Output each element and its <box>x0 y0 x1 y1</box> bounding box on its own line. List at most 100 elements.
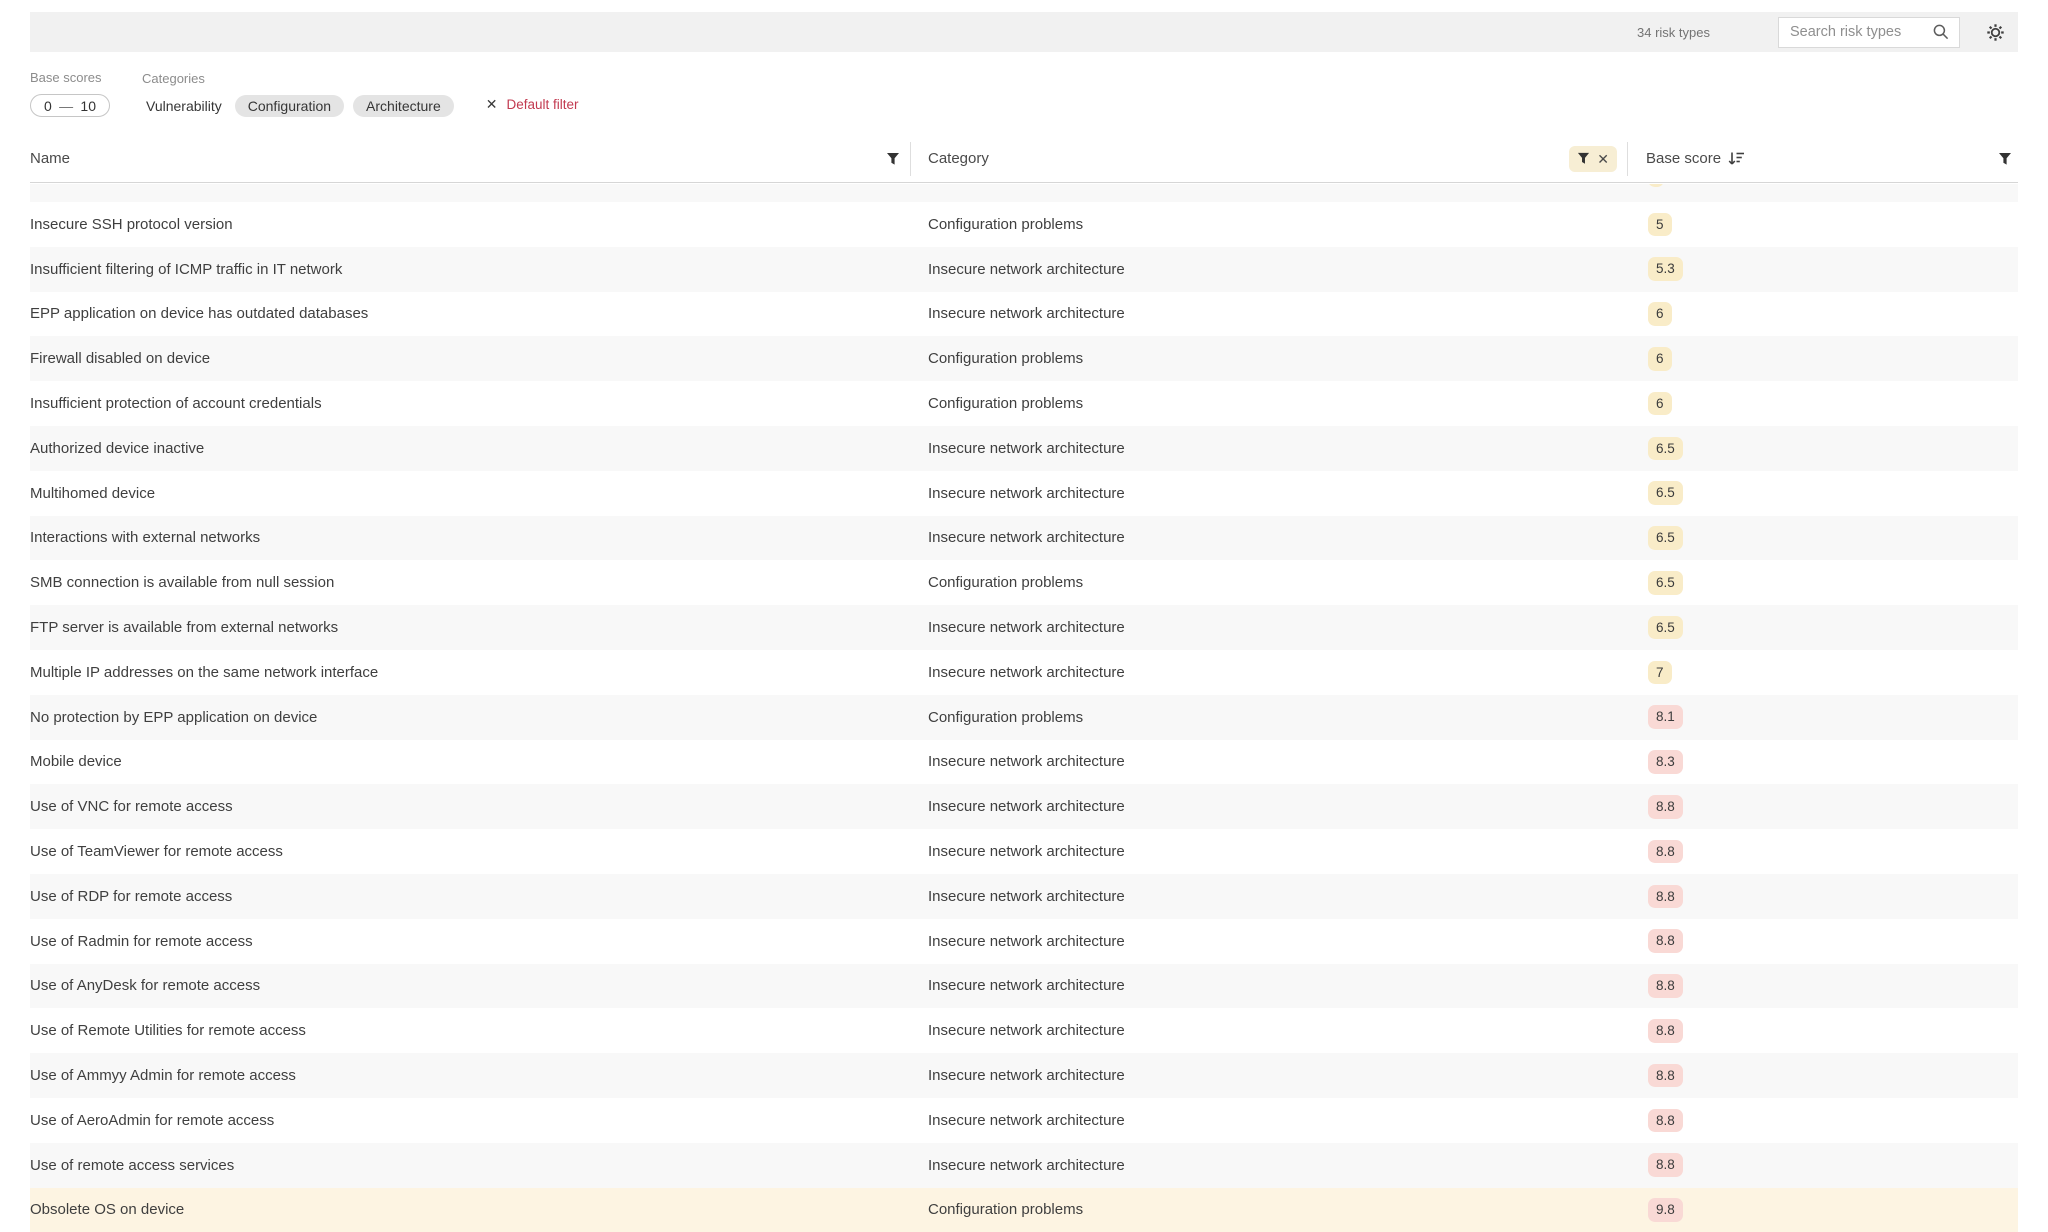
table-row[interactable]: EPP application on device has outdated d… <box>30 292 2018 337</box>
base-score-badge: 8.8 <box>1648 1064 1683 1088</box>
range-dash: — <box>59 98 73 114</box>
toolbar: 34 risk types <box>30 12 2018 52</box>
risk-name-cell: Use of TeamViewer for remote access <box>30 843 910 860</box>
base-score-range[interactable]: 0 — 10 <box>30 94 110 117</box>
table-row[interactable]: Use of TeamViewer for remote access Inse… <box>30 829 2018 874</box>
column-header-category: Category <box>928 150 989 167</box>
clear-filter-icon: ✕ <box>1597 152 1609 166</box>
table-row[interactable]: FTP server is available from external ne… <box>30 605 2018 650</box>
category-cell: Insecure network architecture <box>910 753 1627 770</box>
category-cell: Insecure network architecture <box>910 440 1627 457</box>
column-header-base-score[interactable]: Base score <box>1646 150 1721 167</box>
table-row[interactable]: No protection by EPP application on devi… <box>30 695 2018 740</box>
category-cell: Configuration problems <box>910 1201 1627 1218</box>
sort-ascending-icon[interactable] <box>1728 151 1745 166</box>
risk-name-cell: No protection by EPP application on devi… <box>30 709 910 726</box>
risk-name-cell: Use of VNC for remote access <box>30 798 910 815</box>
category-cell: Insecure network architecture <box>910 485 1627 502</box>
risk-name-cell: Multiple IP addresses on the same networ… <box>30 664 910 681</box>
risk-name-cell: Authorized device inactive <box>30 440 910 457</box>
base-score-badge: 7 <box>1648 661 1672 685</box>
table-row[interactable]: Use of AnyDesk for remote access Insecur… <box>30 964 2018 1009</box>
category-chip-vulnerability[interactable]: Vulnerability <box>142 95 226 117</box>
table-row[interactable]: Use of RDP for remote access Insecure ne… <box>30 874 2018 919</box>
risk-name-cell: EPP application on device has outdated d… <box>30 305 910 322</box>
risk-name-cell: Firewall disabled on device <box>30 350 910 367</box>
table-row[interactable]: Use of AeroAdmin for remote access Insec… <box>30 1098 2018 1143</box>
category-filter-active-button[interactable]: ✕ <box>1569 146 1617 172</box>
category-cell: Configuration problems <box>910 350 1627 367</box>
base-score-badge: 8.8 <box>1648 885 1683 909</box>
base-score-badge: 6.5 <box>1648 571 1683 595</box>
funnel-icon <box>886 152 900 166</box>
category-cell: Insecure network architecture <box>910 843 1627 860</box>
table-row[interactable]: Insecure SSH protocol version Configurat… <box>30 202 2018 247</box>
table-row[interactable]: Firewall disabled on device Configuratio… <box>30 336 2018 381</box>
table-row[interactable]: Mobile device Insecure network architect… <box>30 740 2018 785</box>
table-row[interactable]: Use of Remote Utilities for remote acces… <box>30 1008 2018 1053</box>
category-chip-architecture[interactable]: Architecture <box>353 95 454 117</box>
base-score-badge: 8.8 <box>1648 1109 1683 1133</box>
base-score-badge: 6.5 <box>1648 437 1683 461</box>
base-score-badge: 6.5 <box>1648 616 1683 640</box>
base-scores-filter: Base scores 0 — 10 <box>30 70 110 117</box>
partial-score-badge <box>1648 184 1664 187</box>
risk-name-cell: SMB connection is available from null se… <box>30 574 910 591</box>
base-score-badge: 8.1 <box>1648 705 1683 729</box>
risk-name-cell: Interactions with external networks <box>30 529 910 546</box>
table-row[interactable]: Insufficient filtering of ICMP traffic i… <box>30 247 2018 292</box>
table-row[interactable]: Insufficient protection of account crede… <box>30 381 2018 426</box>
base-score-badge: 6 <box>1648 392 1672 416</box>
base-score-badge: 8.8 <box>1648 974 1683 998</box>
base-score-badge: 6 <box>1648 302 1672 326</box>
partially-scrolled-row[interactable] <box>30 184 2018 202</box>
settings-button[interactable] <box>1985 22 2006 43</box>
base-score-badge: 8.8 <box>1648 795 1683 819</box>
category-cell: Insecure network architecture <box>910 261 1627 278</box>
table-row[interactable]: Obsolete OS on device Configuration prob… <box>30 1188 2018 1232</box>
risk-name-cell: Use of AnyDesk for remote access <box>30 977 910 994</box>
category-cell: Configuration problems <box>910 216 1627 233</box>
base-score-filter-button[interactable] <box>1998 152 2012 166</box>
column-divider <box>910 142 911 176</box>
range-max: 10 <box>80 98 96 114</box>
risk-name-cell: Use of RDP for remote access <box>30 888 910 905</box>
table-row[interactable]: Use of remote access services Insecure n… <box>30 1143 2018 1188</box>
table-row[interactable]: Multihomed device Insecure network archi… <box>30 471 2018 516</box>
close-icon: ✕ <box>486 96 498 113</box>
risk-name-cell: Obsolete OS on device <box>30 1201 910 1218</box>
risk-name-cell: Use of Remote Utilities for remote acces… <box>30 1022 910 1039</box>
category-cell: Insecure network architecture <box>910 664 1627 681</box>
category-cell: Configuration problems <box>910 574 1627 591</box>
category-cell: Insecure network architecture <box>910 619 1627 636</box>
table-row[interactable]: Use of VNC for remote access Insecure ne… <box>30 784 2018 829</box>
category-cell: Configuration problems <box>910 395 1627 412</box>
table-row[interactable]: Use of Ammyy Admin for remote access Ins… <box>30 1053 2018 1098</box>
table-row[interactable]: Multiple IP addresses on the same networ… <box>30 650 2018 695</box>
category-cell: Insecure network architecture <box>910 1067 1627 1084</box>
table-row[interactable]: Interactions with external networks Inse… <box>30 516 2018 561</box>
category-cell: Insecure network architecture <box>910 1022 1627 1039</box>
risk-name-cell: Insecure SSH protocol version <box>30 216 910 233</box>
base-score-badge: 5.3 <box>1648 257 1683 281</box>
risk-name-cell: Use of Radmin for remote access <box>30 933 910 950</box>
default-filter-label: Default filter <box>506 97 578 112</box>
name-filter-button[interactable] <box>886 152 900 166</box>
base-score-badge: 8.8 <box>1648 1019 1683 1043</box>
risk-name-cell: Insufficient protection of account crede… <box>30 395 910 412</box>
default-filter-button[interactable]: ✕ Default filter <box>486 96 579 117</box>
search-icon[interactable] <box>1932 23 1950 41</box>
risk-name-cell: Insufficient filtering of ICMP traffic i… <box>30 261 910 278</box>
table-row[interactable]: SMB connection is available from null se… <box>30 560 2018 605</box>
category-cell: Insecure network architecture <box>910 529 1627 546</box>
category-cell: Configuration problems <box>910 709 1627 726</box>
gear-icon <box>1985 22 2006 43</box>
column-divider <box>1627 142 1628 176</box>
table-row[interactable]: Use of Radmin for remote access Insecure… <box>30 919 2018 964</box>
search-input[interactable] <box>1790 24 1932 40</box>
table-row[interactable]: Authorized device inactive Insecure netw… <box>30 426 2018 471</box>
base-score-badge: 9.8 <box>1648 1198 1683 1222</box>
column-header-name: Name <box>30 150 70 167</box>
category-cell: Insecure network architecture <box>910 1157 1627 1174</box>
category-chip-configuration[interactable]: Configuration <box>235 95 344 117</box>
